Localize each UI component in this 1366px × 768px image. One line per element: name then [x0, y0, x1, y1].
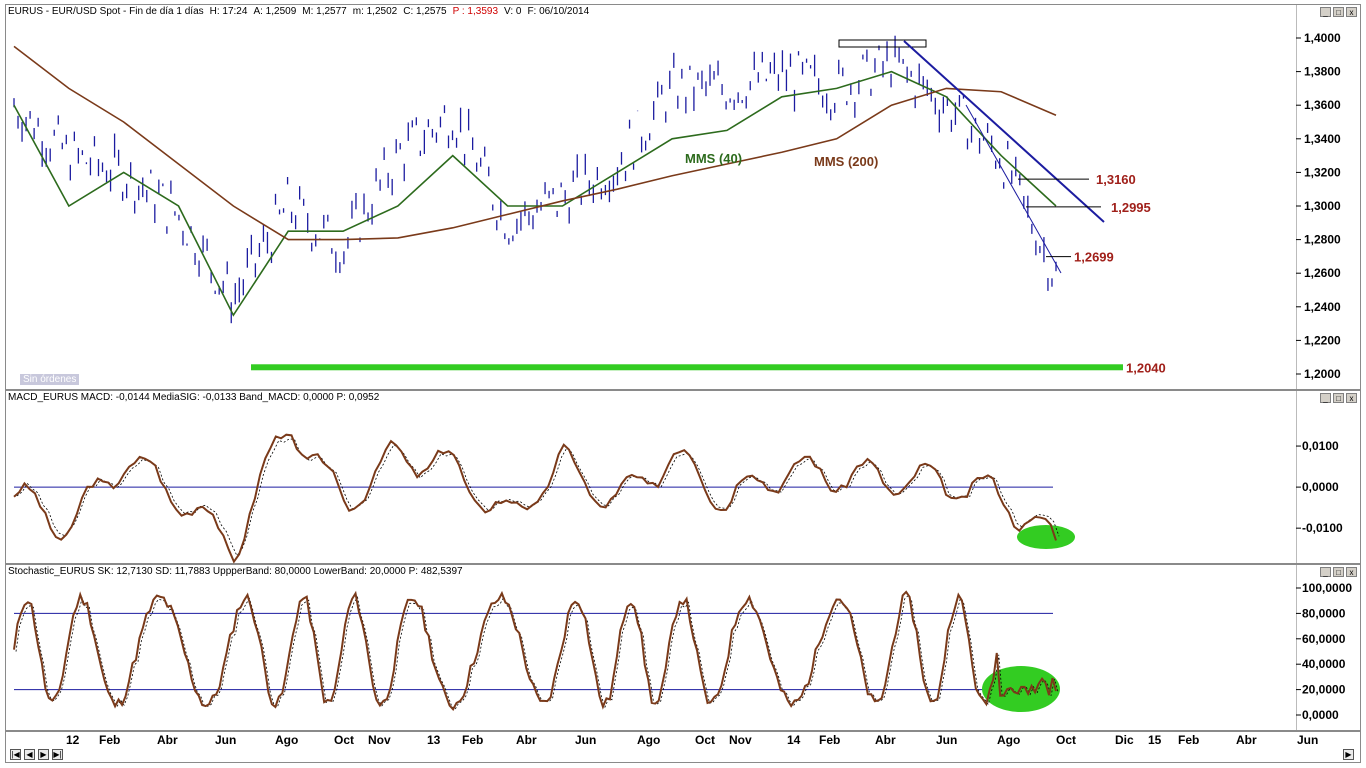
month-label: Oct	[695, 733, 716, 747]
support-bar-1-2040	[251, 364, 1123, 371]
level-label-1-2995: 1,2995	[1111, 200, 1151, 215]
stoch-y-tick-label: 60,0000	[1302, 632, 1346, 646]
price-y-tick-label: 1,3000	[1304, 199, 1341, 213]
macd-y-tick-label: -0,0100	[1302, 521, 1343, 535]
macd-y-tick-label: 0,0000	[1302, 480, 1339, 494]
month-label: Jun	[936, 733, 958, 747]
price-y-tick-label: 1,2600	[1304, 266, 1341, 280]
month-label: 12	[66, 733, 80, 747]
price-y-tick-label: 1,3400	[1304, 132, 1341, 146]
month-label: Abr	[516, 733, 537, 747]
scroll-end-right-button[interactable]: ▶	[1343, 749, 1354, 760]
month-label: Feb	[99, 733, 121, 747]
level-label-1-2040: 1,2040	[1126, 360, 1166, 375]
level-label-1-2699: 1,2699	[1074, 250, 1114, 265]
price-panel: EURUS - EUR/USD Spot - Fin de día 1 días…	[5, 4, 1361, 390]
price-y-tick-label: 1,2200	[1304, 333, 1341, 347]
price-y-tick-label: 1,3800	[1304, 65, 1341, 79]
month-label: Abr	[875, 733, 896, 747]
month-label: 13	[427, 733, 441, 747]
price-y-tick-label: 1,2800	[1304, 233, 1341, 247]
stoch-y-tick-label: 80,0000	[1302, 606, 1346, 620]
stoch-panel: Stochastic_EURUS SK: 12,7130 SD: 11,7883…	[5, 564, 1361, 731]
macd-y-tick-label: 0,0100	[1302, 439, 1339, 453]
price-y-tick-label: 1,2400	[1304, 300, 1341, 314]
month-label: Ago	[997, 733, 1021, 747]
price-y-tick-label: 1,3600	[1304, 98, 1341, 112]
month-label: Jun	[215, 733, 237, 747]
stoch-y-tick-label: 20,0000	[1302, 683, 1346, 697]
macd-chart[interactable]: 0,0100 0,0000 -0,0100	[6, 391, 1362, 565]
month-label: Oct	[334, 733, 355, 747]
month-label: Nov	[368, 733, 391, 747]
downtrend-line	[903, 40, 1105, 223]
month-label: Dic	[1115, 733, 1134, 747]
month-label: Oct	[1056, 733, 1077, 747]
mms200-label: MMS (200)	[814, 154, 878, 169]
top-resistance-box	[838, 39, 927, 48]
level-label-1-3160: 1,3160	[1096, 172, 1136, 187]
month-label: 14	[787, 733, 801, 747]
scroll-end-button[interactable]: ▶|	[52, 749, 63, 760]
month-label: Abr	[157, 733, 178, 747]
price-y-tick-label: 1,4000	[1304, 31, 1341, 45]
stoch-y-tick-label: 40,0000	[1302, 657, 1346, 671]
price-y-tick-label: 1,3200	[1304, 165, 1341, 179]
downtrend-line-inner	[965, 104, 1062, 274]
month-label: Feb	[1178, 733, 1200, 747]
stoch-y-tick-label: 100,0000	[1302, 581, 1352, 595]
macd-panel: MACD_EURUS MACD: -0,0144 MediaSIG: -0,01…	[5, 390, 1361, 564]
macd-highlight	[1017, 525, 1075, 549]
stoch-chart[interactable]: 100,0000 80,0000 60,0000 40,0000 20,0000 0,00…	[6, 565, 1362, 732]
month-label: 15	[1148, 733, 1162, 747]
stoch-y-tick-label: 0,0000	[1302, 708, 1339, 722]
month-label: Feb	[819, 733, 841, 747]
month-label: Feb	[462, 733, 484, 747]
macd-signal-line	[16, 438, 1060, 557]
month-label: Ago	[275, 733, 299, 747]
orders-status: Sin órdenes	[20, 374, 80, 385]
price-y-tick-label: 1,2000	[1304, 367, 1341, 381]
scroll-left-button[interactable]: ◀	[24, 749, 35, 760]
scroll-start-button[interactable]: |◀	[10, 749, 21, 760]
month-label: Nov	[729, 733, 752, 747]
month-label: Ago	[637, 733, 661, 747]
macd-line	[13, 433, 1057, 564]
price-chart[interactable]: 1,4000 1,3800 1,3600 1,3400 1,3200 1,3000 1,28…	[6, 5, 1362, 391]
mms40-label: MMS (40)	[685, 151, 742, 166]
month-label: Jun	[1297, 733, 1319, 747]
scroll-right-button[interactable]: ▶	[38, 749, 49, 760]
time-axis: |◀ ◀ ▶ ▶| ▶ 12 Feb Abr Jun Ago Oct Nov 13 Feb Abr…	[5, 731, 1361, 763]
month-label: Abr	[1236, 733, 1257, 747]
month-label: Jun	[575, 733, 597, 747]
